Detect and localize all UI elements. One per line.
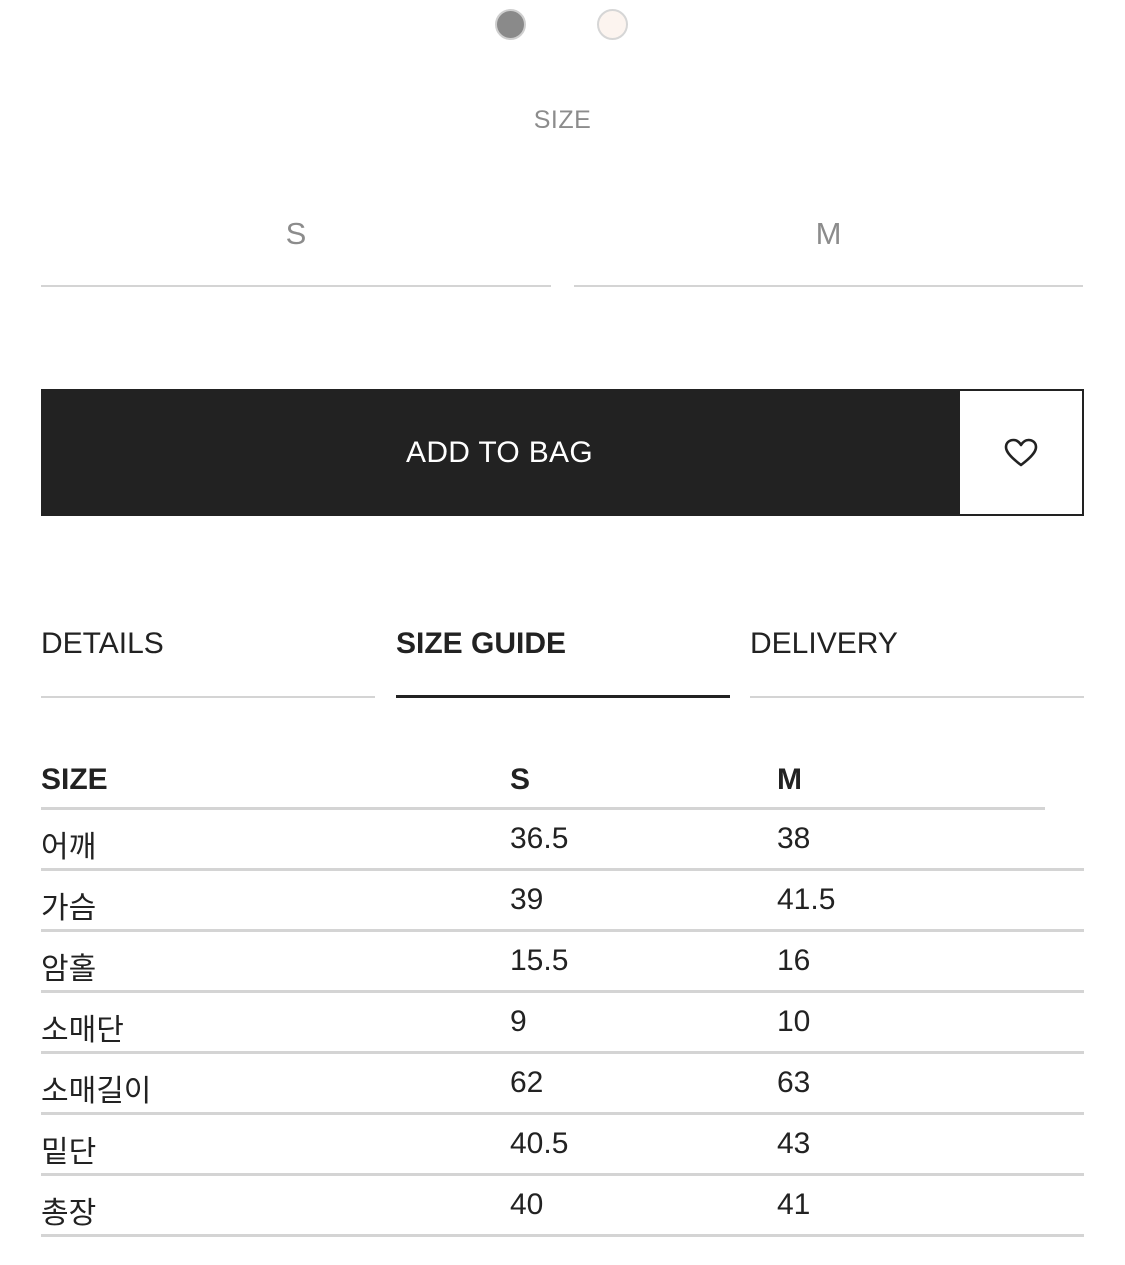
row-value-s: 36.5 — [510, 822, 569, 855]
tab-details[interactable]: DETAILS — [41, 620, 375, 698]
color-swatch-ivory[interactable] — [597, 9, 628, 40]
row-label: 가슴 — [41, 892, 97, 925]
tab-size-guide[interactable]: SIZE GUIDE — [396, 620, 730, 698]
table-row: 어깨 36.5 38 — [41, 810, 1084, 871]
row-label: 소매단 — [41, 1014, 124, 1047]
size-guide-table: SIZE S M 어깨 36.5 38 가슴 39 41.5 암홀 15.5 1… — [41, 755, 1084, 1237]
table-header: SIZE S M — [41, 755, 1045, 810]
size-label: SIZE — [533, 106, 592, 134]
row-label: 암홀 — [41, 953, 97, 986]
header-s: S — [510, 763, 531, 796]
row-value-m: 16 — [777, 944, 811, 977]
tab-delivery[interactable]: DELIVERY — [750, 620, 1084, 698]
row-value-m: 63 — [777, 1066, 811, 1099]
size-option-s[interactable]: S — [41, 212, 551, 287]
table-row: 가슴 39 41.5 — [41, 871, 1084, 932]
table-row: 암홀 15.5 16 — [41, 932, 1084, 993]
table-row: 소매단 9 10 — [41, 993, 1084, 1054]
row-value-s: 40.5 — [510, 1127, 569, 1160]
wishlist-button[interactable] — [958, 389, 1084, 516]
row-value-s: 40 — [510, 1188, 544, 1221]
row-label: 소매길이 — [41, 1075, 152, 1108]
row-label: 어깨 — [41, 831, 97, 864]
row-value-m: 41.5 — [777, 883, 836, 916]
row-value-m: 38 — [777, 822, 811, 855]
header-m: M — [777, 763, 802, 796]
row-value-s: 39 — [510, 883, 544, 916]
row-value-s: 9 — [510, 1005, 527, 1038]
row-label: 총장 — [41, 1197, 97, 1230]
size-option-m[interactable]: M — [574, 212, 1083, 287]
header-size: SIZE — [41, 763, 108, 796]
row-value-s: 15.5 — [510, 944, 569, 977]
table-row: 총장 40 41 — [41, 1176, 1084, 1237]
add-to-bag-button[interactable]: ADD TO BAG — [41, 389, 958, 516]
row-value-m: 10 — [777, 1005, 811, 1038]
row-value-m: 41 — [777, 1188, 811, 1221]
row-value-s: 62 — [510, 1066, 544, 1099]
row-label: 밑단 — [41, 1136, 97, 1169]
table-row: 밑단 40.5 43 — [41, 1115, 1084, 1176]
heart-icon — [1004, 438, 1038, 466]
color-swatch-grey[interactable] — [495, 9, 526, 40]
row-value-m: 43 — [777, 1127, 811, 1160]
table-row: 소매길이 62 63 — [41, 1054, 1084, 1115]
